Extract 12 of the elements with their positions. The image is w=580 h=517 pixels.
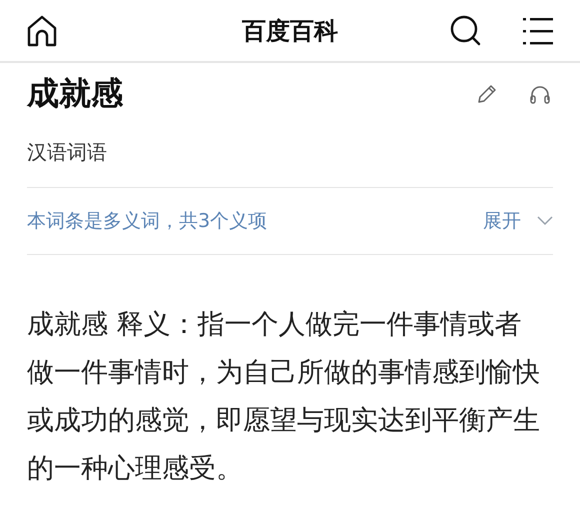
headphones-icon[interactable] — [529, 84, 551, 104]
entry-subtitle: 汉语词语 — [27, 125, 553, 188]
entry-title: 成就感 — [27, 73, 123, 114]
search-icon[interactable] — [450, 15, 481, 46]
expand-toggle[interactable]: 展开 — [483, 208, 553, 234]
app-title: 百度百科 — [241, 16, 339, 46]
pencil-icon[interactable] — [477, 84, 497, 104]
chevron-icon — [537, 216, 553, 226]
polysemy-note[interactable]: 本词条是多义词，共3个义项 — [27, 208, 268, 234]
home-icon[interactable] — [27, 14, 57, 46]
definition-text: 成就感 释义：指一个人做完一件事情或者做一件事情时，为自己所做的事情感到愉快或成功的感觉，即愿望与现实达到平衡产生的一种心理感受。 — [27, 308, 541, 486]
menu-icon[interactable] — [523, 16, 553, 44]
